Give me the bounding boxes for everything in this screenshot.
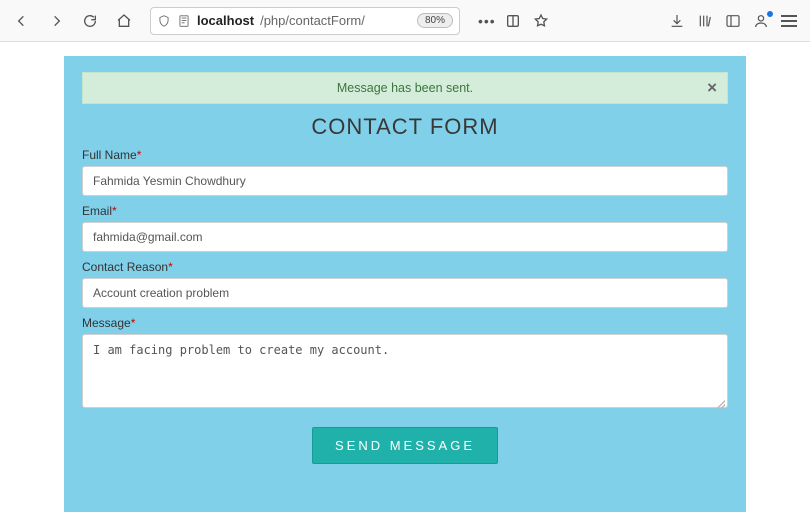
reason-input[interactable] (82, 278, 728, 308)
sidebar-button[interactable] (724, 12, 742, 30)
page-actions-icon[interactable]: ••• (478, 13, 496, 29)
browser-toolbar: localhost/php/contactForm/ 80% ••• (0, 0, 810, 42)
alert-text: Message has been sent. (337, 81, 473, 95)
downloads-button[interactable] (668, 12, 686, 30)
library-button[interactable] (696, 12, 714, 30)
home-icon (116, 13, 132, 29)
arrow-left-icon (14, 13, 30, 29)
send-button[interactable]: SEND MESSAGE (312, 427, 498, 464)
url-path: /php/contactForm/ (260, 13, 365, 28)
contact-panel: Message has been sent. × CONTACT FORM Fu… (64, 56, 746, 512)
url-host: localhost (197, 13, 254, 28)
sidebar-icon (725, 13, 741, 29)
message-textarea[interactable] (82, 334, 728, 408)
home-button[interactable] (110, 7, 138, 35)
account-button[interactable] (752, 12, 770, 30)
alert-close-button[interactable]: × (707, 78, 717, 98)
url-bar[interactable]: localhost/php/contactForm/ 80% (150, 7, 460, 35)
reload-icon (82, 13, 98, 29)
reader-mode-button[interactable] (502, 7, 524, 35)
viewport: Message has been sent. × CONTACT FORM Fu… (0, 42, 810, 512)
fullname-label: Full Name* (82, 148, 728, 162)
reader-icon (505, 13, 521, 29)
forward-button[interactable] (42, 7, 70, 35)
star-icon (533, 13, 549, 29)
arrow-right-icon (48, 13, 64, 29)
toolbar-right (668, 12, 802, 30)
reload-button[interactable] (76, 7, 104, 35)
email-label: Email* (82, 204, 728, 218)
menu-button[interactable] (780, 12, 798, 30)
message-label: Message* (82, 316, 728, 330)
zoom-level[interactable]: 80% (417, 13, 453, 28)
notification-dot (767, 11, 773, 17)
back-button[interactable] (8, 7, 36, 35)
fullname-input[interactable] (82, 166, 728, 196)
email-input[interactable] (82, 222, 728, 252)
hamburger-icon (781, 15, 797, 27)
download-icon (669, 13, 685, 29)
shield-icon (157, 14, 171, 28)
library-icon (697, 13, 713, 29)
success-alert: Message has been sent. × (82, 72, 728, 104)
page-icon (177, 14, 191, 28)
bookmark-button[interactable] (530, 7, 552, 35)
reason-label: Contact Reason* (82, 260, 728, 274)
form-title: CONTACT FORM (82, 114, 728, 140)
